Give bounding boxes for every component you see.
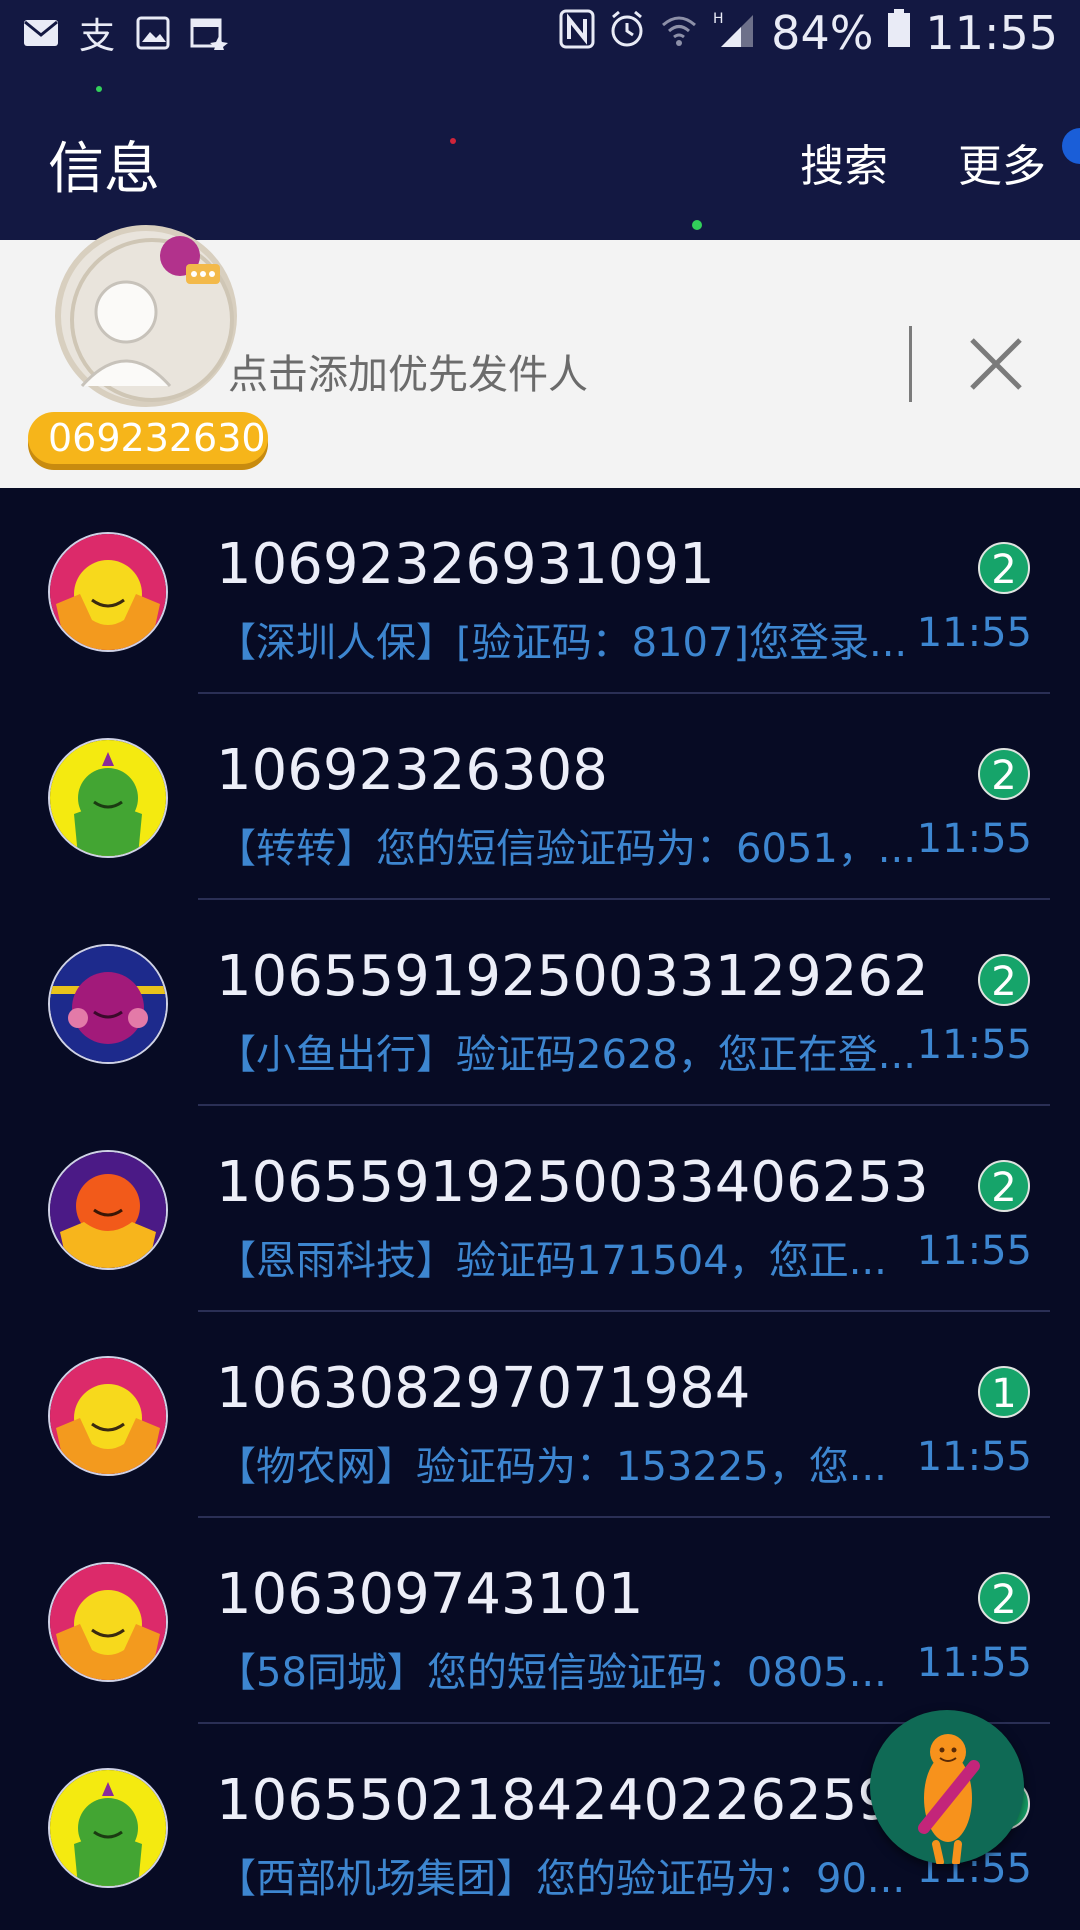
unread-badge: 2 bbox=[978, 748, 1030, 800]
message-preview: 【深圳人保】[验证码：8107]您登录... bbox=[216, 620, 908, 666]
unread-badge: 1 bbox=[978, 1366, 1030, 1418]
unread-badge: 2 bbox=[978, 1160, 1030, 1212]
pink-monster-avatar-icon bbox=[48, 1356, 168, 1476]
message-preview: 【西部机场集团】您的验证码为：90... bbox=[216, 1856, 906, 1902]
priority-sender-bar[interactable]: 点击添加优先发件人 069232630 bbox=[0, 225, 1080, 488]
pink-monster-avatar-icon bbox=[48, 1562, 168, 1682]
compose-button[interactable] bbox=[870, 1710, 1024, 1866]
message-preview: 【物农网】验证码为：153225，您... bbox=[216, 1444, 887, 1490]
unread-badge: 2 bbox=[978, 954, 1030, 1006]
conversation-row[interactable]: 106308297071984 【物农网】验证码为：153225，您... 1 … bbox=[0, 1312, 1080, 1518]
wifi-icon bbox=[659, 6, 699, 60]
close-icon[interactable] bbox=[964, 332, 1028, 396]
search-button[interactable]: 搜索 bbox=[800, 130, 888, 194]
conversation-row[interactable]: 10655919250033406253 【恩雨科技】验证码171504，您正.… bbox=[0, 1106, 1080, 1312]
sender-name: 106309743101 bbox=[216, 1562, 644, 1627]
message-preview: 【恩雨科技】验证码171504，您正... bbox=[216, 1238, 887, 1284]
sender-name: 10655021842402262592 bbox=[216, 1768, 929, 1833]
conversation-row[interactable]: 10655919250033129262 【小鱼出行】验证码2628，您正在登.… bbox=[0, 900, 1080, 1106]
unread-badge: 2 bbox=[978, 1572, 1030, 1624]
green-monster-avatar-icon bbox=[48, 1768, 168, 1888]
message-time: 11:55 bbox=[916, 610, 1032, 656]
message-time: 11:55 bbox=[916, 1228, 1032, 1274]
contact-avatar-icon bbox=[42, 216, 252, 426]
decoration-speck bbox=[450, 138, 456, 144]
more-button[interactable]: 更多 bbox=[958, 130, 1046, 194]
message-time: 11:55 bbox=[916, 816, 1032, 862]
calendar-icon bbox=[190, 14, 228, 52]
monster-pencil-icon bbox=[918, 1734, 980, 1866]
message-time: 11:55 bbox=[916, 1022, 1032, 1068]
battery-icon bbox=[887, 6, 911, 60]
app-bar: 信息 搜索 更多 bbox=[0, 72, 1080, 240]
decoration-speck bbox=[692, 220, 702, 230]
alipay-icon: 支 bbox=[78, 16, 115, 57]
alarm-icon bbox=[609, 6, 645, 60]
orange-monster-avatar-icon bbox=[48, 1150, 168, 1270]
sender-name: 10692326308 bbox=[216, 738, 608, 803]
green-monster-avatar-icon bbox=[48, 738, 168, 858]
status-bar: 支 H 84% 11:55 bbox=[0, 0, 1080, 72]
conversation-row[interactable]: 106309743101 【58同城】您的短信验证码：0805... 2 11:… bbox=[0, 1518, 1080, 1724]
message-preview: 【转转】您的短信验证码为：6051，... bbox=[216, 826, 916, 872]
unread-badge: 2 bbox=[978, 542, 1030, 594]
signal-icon: H bbox=[713, 6, 757, 60]
pink-monster-avatar-icon bbox=[48, 532, 168, 652]
image-icon bbox=[134, 14, 172, 52]
sender-name: 10655919250033129262 bbox=[216, 944, 929, 1009]
priority-sender-placeholder[interactable]: 点击添加优先发件人 bbox=[228, 342, 588, 400]
clock: 11:55 bbox=[925, 6, 1058, 60]
conversation-row[interactable]: 10692326931091 【深圳人保】[验证码：8107]您登录... 2 … bbox=[0, 488, 1080, 694]
sender-name: 10692326931091 bbox=[216, 532, 715, 597]
message-preview: 【小鱼出行】验证码2628，您正在登... bbox=[216, 1032, 916, 1078]
message-time: 11:55 bbox=[916, 1434, 1032, 1480]
nfc-icon bbox=[559, 6, 595, 60]
message-preview: 【58同城】您的短信验证码：0805... bbox=[216, 1650, 887, 1696]
conversation-row[interactable]: 10692326308 【转转】您的短信验证码为：6051，... 2 11:5… bbox=[0, 694, 1080, 900]
notification-dot bbox=[1062, 128, 1080, 164]
divider bbox=[909, 326, 912, 402]
battery-percent: 84% bbox=[771, 6, 874, 60]
decoration-speck bbox=[96, 86, 102, 92]
message-time: 11:55 bbox=[916, 1640, 1032, 1686]
svg-text:H: H bbox=[713, 11, 724, 27]
sender-name: 10655919250033406253 bbox=[216, 1150, 929, 1215]
purple-monster-avatar-icon bbox=[48, 944, 168, 1064]
sender-name: 106308297071984 bbox=[216, 1356, 751, 1421]
sender-chip[interactable]: 069232630 bbox=[28, 412, 268, 464]
mail-icon bbox=[22, 14, 60, 52]
page-title: 信息 bbox=[48, 137, 160, 202]
